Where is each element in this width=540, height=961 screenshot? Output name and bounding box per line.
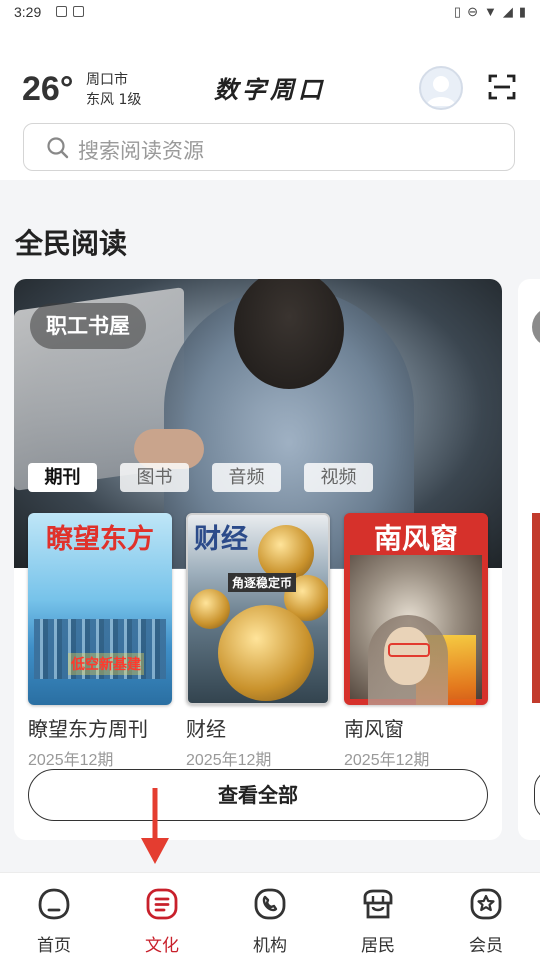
coin-graphic bbox=[218, 605, 314, 701]
book-title: 南风窗 bbox=[344, 717, 404, 741]
member-star-icon bbox=[470, 888, 502, 920]
nav-home-label: 首页 bbox=[37, 936, 71, 956]
wind-info: 东风 1级 bbox=[86, 92, 142, 108]
cover-title: 瞭望东方 bbox=[46, 524, 154, 555]
temperature: 26° bbox=[22, 70, 74, 108]
app-logo-title: 数字周口 bbox=[214, 75, 326, 104]
image-icon bbox=[56, 6, 67, 17]
nav-culture-label: 文化 bbox=[145, 936, 179, 956]
annotation-arrow-icon bbox=[141, 788, 169, 864]
section-title: 全民阅读 bbox=[15, 227, 128, 260]
book-date: 2025年12期 bbox=[344, 752, 430, 769]
book-list: 瞭望东方 低空新基建 瞭望东方周刊 2025年12期 财经 角逐稳定币 财经 2… bbox=[28, 513, 488, 770]
culture-icon bbox=[146, 888, 178, 920]
book-title: 财经 bbox=[186, 717, 226, 741]
city-name: 周口市 bbox=[86, 72, 128, 88]
bottom-nav: 首页 文化 机构 居民 会员 bbox=[0, 872, 540, 961]
book-cover[interactable]: 财经 角逐稳定币 bbox=[186, 513, 330, 705]
book-item[interactable]: 南风窗 南风窗 2025年12期 bbox=[344, 513, 488, 770]
tab-video[interactable]: 视频 bbox=[304, 463, 373, 492]
nav-institutions-label: 机构 bbox=[253, 936, 287, 956]
weather-info: 周口市 东风 1级 bbox=[86, 70, 141, 110]
home-icon bbox=[38, 888, 70, 920]
book-title: 瞭望东方周刊 bbox=[28, 717, 148, 741]
search-input[interactable]: 搜索阅读资源 bbox=[23, 123, 515, 171]
book-cover[interactable]: 南风窗 bbox=[344, 513, 488, 705]
nav-institutions[interactable]: 机构 bbox=[216, 873, 324, 961]
nav-culture[interactable]: 文化 bbox=[108, 873, 216, 961]
a-icon bbox=[73, 6, 84, 17]
residents-icon bbox=[363, 889, 393, 919]
cover-title: 南风窗 bbox=[344, 517, 488, 557]
phone-icon bbox=[254, 888, 286, 920]
reading-card: 职工书屋 期刊 图书 音频 视频 瞭望东方 低空新基建 瞭望东方周刊 2025年… bbox=[14, 279, 502, 840]
nav-home[interactable]: 首页 bbox=[0, 873, 108, 961]
battery-icon: ▮ bbox=[518, 4, 526, 19]
next-card-button bbox=[534, 769, 540, 821]
book-cover[interactable]: 瞭望东方 低空新基建 bbox=[28, 513, 172, 705]
view-all-button[interactable]: 查看全部 bbox=[28, 769, 488, 821]
scan-icon[interactable] bbox=[488, 73, 516, 101]
book-date: 2025年12期 bbox=[186, 752, 272, 769]
cover-tag: 角逐稳定币 bbox=[228, 573, 297, 592]
wifi-icon: ▼ bbox=[483, 4, 497, 19]
hero-badge: 职工书屋 bbox=[30, 303, 146, 349]
status-time: 3:29 bbox=[14, 4, 42, 20]
nav-residents[interactable]: 居民 bbox=[324, 873, 432, 961]
tab-periodicals[interactable]: 期刊 bbox=[28, 463, 97, 492]
cover-art bbox=[350, 555, 482, 705]
search-icon bbox=[47, 137, 69, 159]
media-tabs: 期刊 图书 音频 视频 bbox=[28, 463, 373, 492]
nav-member-label: 会员 bbox=[469, 936, 503, 956]
search-placeholder: 搜索阅读资源 bbox=[78, 139, 204, 163]
signal-icon: ◢ bbox=[502, 4, 513, 19]
user-avatar[interactable] bbox=[419, 66, 463, 110]
avatar-icon bbox=[426, 76, 456, 106]
book-item[interactable]: 瞭望东方 低空新基建 瞭望东方周刊 2025年12期 bbox=[28, 513, 172, 770]
next-card-badge bbox=[532, 307, 540, 347]
next-card-peek[interactable] bbox=[518, 279, 540, 840]
tab-books[interactable]: 图书 bbox=[120, 463, 189, 492]
nav-member[interactable]: 会员 bbox=[432, 873, 540, 961]
vibrate-icon: ▯ bbox=[453, 4, 462, 19]
book-date: 2025年12期 bbox=[28, 752, 114, 769]
cover-tag: 低空新基建 bbox=[68, 653, 144, 675]
book-item[interactable]: 财经 角逐稳定币 财经 2025年12期 bbox=[186, 513, 330, 770]
nav-residents-label: 居民 bbox=[361, 936, 395, 956]
tab-audio[interactable]: 音频 bbox=[212, 463, 281, 492]
dnd-icon: ⊖ bbox=[467, 4, 478, 19]
cover-glasses bbox=[388, 643, 430, 657]
coin-graphic bbox=[190, 589, 230, 629]
next-card-cover bbox=[532, 513, 540, 703]
status-bar: 3:29 ▯ ⊖ ▼ ◢ ▮ bbox=[0, 0, 540, 26]
app-header: 26° 周口市 东风 1级 数字周口 搜索阅读资源 bbox=[0, 26, 540, 180]
